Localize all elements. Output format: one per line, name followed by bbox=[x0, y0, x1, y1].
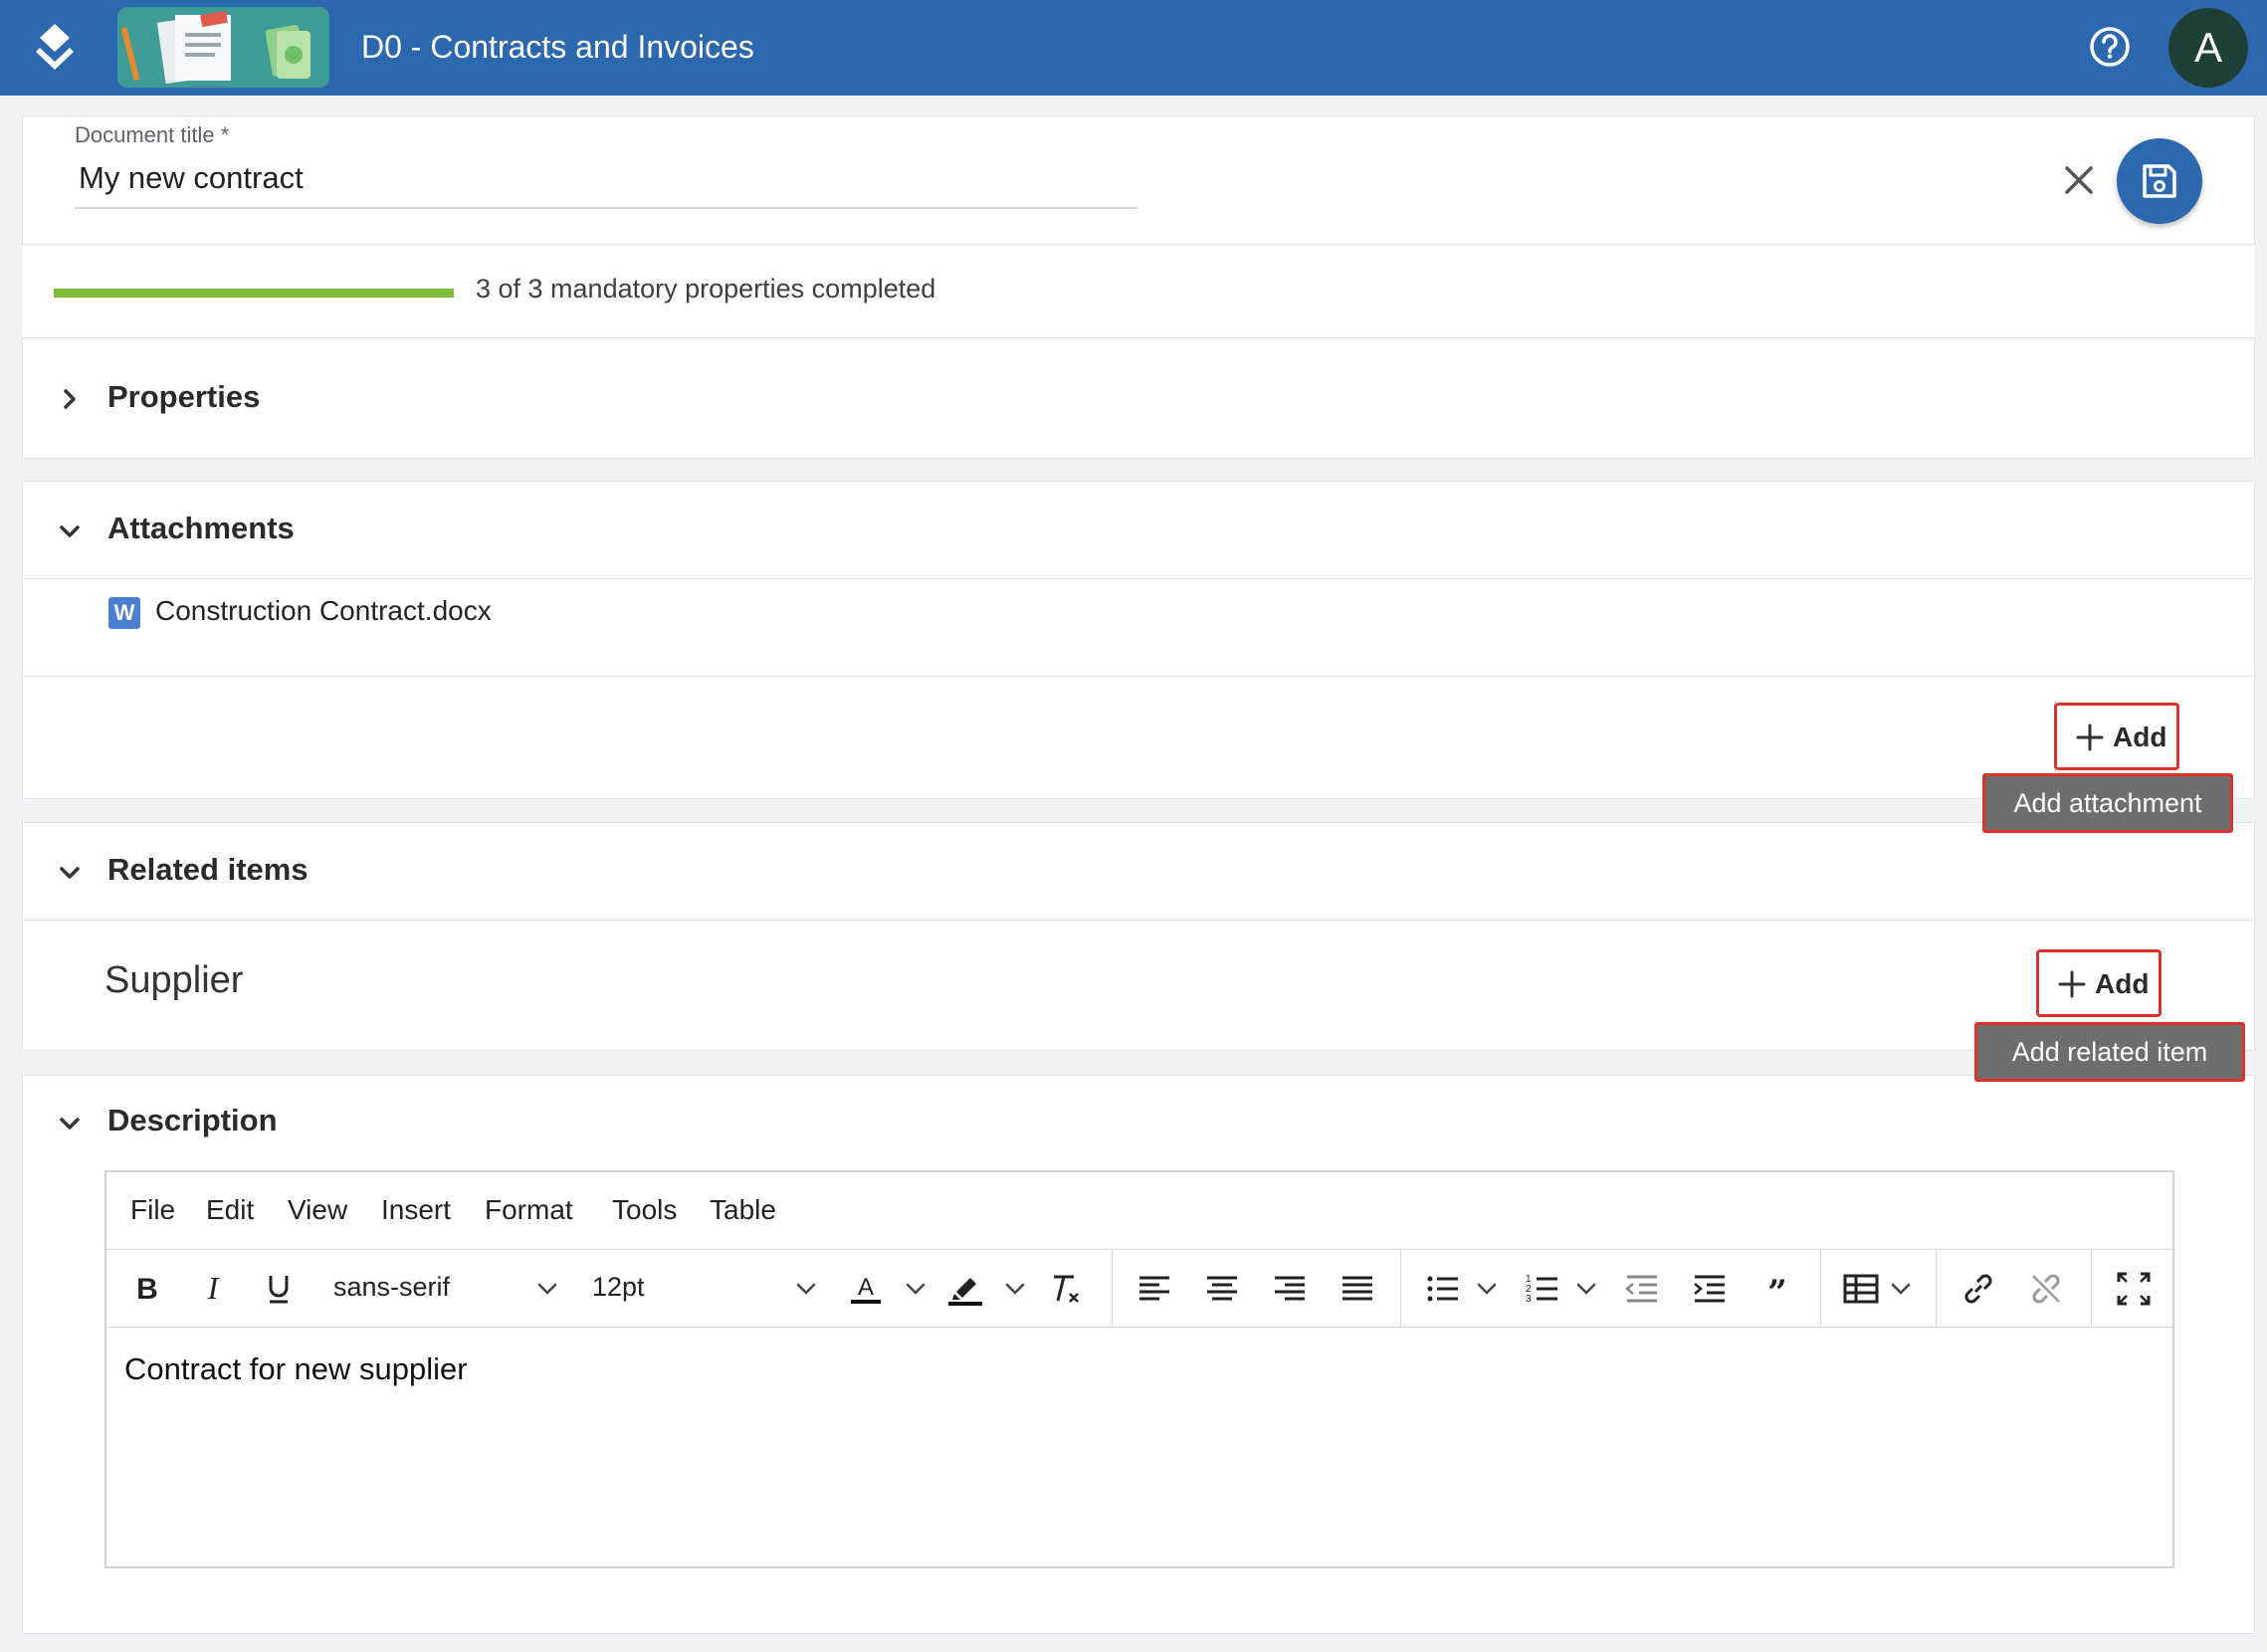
bullet-list-icon[interactable] bbox=[1422, 1268, 1464, 1310]
menu-file[interactable]: File bbox=[130, 1194, 175, 1226]
app-title: D0 - Contracts and Invoices bbox=[361, 29, 754, 65]
toolbar-separator bbox=[2091, 1250, 2092, 1328]
related-items-title: Related items bbox=[107, 852, 309, 887]
indent-icon[interactable] bbox=[1689, 1268, 1731, 1310]
add-attachment-label: Add bbox=[2113, 722, 2167, 752]
svg-text:3: 3 bbox=[1526, 1294, 1532, 1305]
supplier-group-label: Supplier bbox=[104, 959, 244, 1001]
text-color-icon[interactable]: A bbox=[845, 1268, 887, 1310]
underline-icon[interactable] bbox=[258, 1268, 300, 1310]
attachments-panel: Attachments W Construction Contract.docx… bbox=[22, 481, 2255, 799]
italic-icon[interactable]: I bbox=[192, 1268, 234, 1310]
plus-icon bbox=[2076, 723, 2104, 751]
attachments-title: Attachments bbox=[107, 511, 295, 545]
link-icon[interactable] bbox=[1958, 1268, 1999, 1310]
progress-bar-fill bbox=[54, 289, 454, 298]
description-panel: Description File Edit View Insert Format… bbox=[22, 1075, 2255, 1634]
menu-insert[interactable]: Insert bbox=[381, 1194, 451, 1226]
progress-text: 3 of 3 mandatory properties completed bbox=[476, 274, 936, 304]
chevron-down-icon[interactable] bbox=[895, 1268, 936, 1310]
align-justify-icon[interactable] bbox=[1337, 1268, 1378, 1310]
attachment-file-name[interactable]: Construction Contract.docx bbox=[155, 595, 492, 627]
font-size-select[interactable]: 12pt bbox=[592, 1272, 645, 1303]
add-related-item-button[interactable]: Add bbox=[2036, 949, 2162, 1017]
close-icon[interactable] bbox=[2059, 160, 2099, 200]
rich-text-editor: File Edit View Insert Format Tools Table… bbox=[104, 1170, 2174, 1568]
word-document-icon: W bbox=[108, 597, 140, 629]
align-right-icon[interactable] bbox=[1269, 1268, 1311, 1310]
related-items-panel: Related items Supplier Add bbox=[22, 822, 2255, 1051]
add-attachment-button[interactable]: Add bbox=[2054, 703, 2179, 770]
chevron-down-icon[interactable] bbox=[53, 856, 87, 890]
menu-edit[interactable]: Edit bbox=[206, 1194, 254, 1226]
title-input-underline bbox=[75, 207, 1137, 209]
chevron-right-icon[interactable] bbox=[53, 382, 87, 416]
unlink-icon[interactable] bbox=[2025, 1268, 2067, 1310]
numbered-list-icon[interactable]: 1 2 3 bbox=[1522, 1268, 1563, 1310]
properties-title: Properties bbox=[107, 379, 261, 414]
align-center-icon[interactable] bbox=[1201, 1268, 1243, 1310]
save-button[interactable] bbox=[2117, 138, 2202, 224]
toolbar-separator bbox=[1112, 1250, 1113, 1328]
menu-table[interactable]: Table bbox=[710, 1194, 776, 1226]
document-title-label: Document title * bbox=[75, 122, 230, 147]
attachments-divider-bottom bbox=[23, 676, 2254, 677]
outdent-icon[interactable] bbox=[1621, 1268, 1663, 1310]
chevron-down-icon[interactable] bbox=[53, 1107, 87, 1140]
bold-icon[interactable]: B bbox=[126, 1268, 168, 1310]
font-family-select[interactable]: sans-serif bbox=[333, 1272, 450, 1303]
clear-formatting-icon[interactable] bbox=[1044, 1268, 1086, 1310]
mandatory-progress: 3 of 3 mandatory properties completed bbox=[22, 246, 2255, 337]
chevron-down-icon[interactable] bbox=[1880, 1268, 1922, 1310]
app-logo-icon[interactable] bbox=[30, 22, 80, 74]
user-avatar[interactable]: A bbox=[2168, 8, 2248, 88]
menu-tools[interactable]: Tools bbox=[612, 1194, 677, 1226]
chevron-down-icon[interactable] bbox=[785, 1268, 827, 1310]
chevron-down-icon[interactable] bbox=[1466, 1268, 1508, 1310]
top-bar: D0 - Contracts and Invoices A bbox=[0, 0, 2267, 96]
toolbar-separator bbox=[1820, 1250, 1821, 1328]
svg-text:B: B bbox=[136, 1273, 158, 1306]
chevron-down-icon[interactable] bbox=[526, 1268, 568, 1310]
toolbar-separator bbox=[1400, 1250, 1401, 1328]
add-attachment-tooltip: Add attachment bbox=[1982, 773, 2233, 833]
svg-text:A: A bbox=[858, 1274, 874, 1301]
fullscreen-icon[interactable] bbox=[2113, 1268, 2155, 1310]
blockquote-icon[interactable]: ” bbox=[1756, 1268, 1798, 1310]
add-related-item-tooltip: Add related item bbox=[1974, 1022, 2245, 1082]
editor-menubar: File Edit View Insert Format Tools Table bbox=[106, 1172, 2172, 1250]
menu-format[interactable]: Format bbox=[485, 1194, 573, 1226]
chevron-down-icon[interactable] bbox=[994, 1268, 1036, 1310]
save-icon bbox=[2143, 164, 2176, 198]
add-related-item-label: Add bbox=[2095, 968, 2150, 999]
editor-content[interactable]: Contract for new supplier bbox=[124, 1351, 468, 1387]
chevron-down-icon[interactable] bbox=[53, 515, 87, 548]
plus-icon bbox=[2058, 970, 2086, 998]
align-left-icon[interactable] bbox=[1134, 1268, 1175, 1310]
highlight-color-icon[interactable] bbox=[944, 1268, 986, 1310]
document-title-card: Document title * My new contract bbox=[22, 115, 2255, 245]
description-title: Description bbox=[107, 1103, 278, 1137]
progress-bar bbox=[54, 289, 454, 298]
document-title-input[interactable]: My new contract bbox=[79, 160, 304, 196]
svg-text:I: I bbox=[207, 1270, 220, 1306]
editor-toolbar: B I sans-serif 12pt A 1 2 3 ” bbox=[106, 1250, 2172, 1328]
chevron-down-icon[interactable] bbox=[1565, 1268, 1607, 1310]
help-icon[interactable] bbox=[2088, 25, 2132, 69]
related-items-divider bbox=[23, 920, 2254, 921]
app-banner-image bbox=[117, 7, 329, 88]
menu-view[interactable]: View bbox=[288, 1194, 347, 1226]
table-icon[interactable] bbox=[1840, 1268, 1882, 1310]
properties-panel: Properties bbox=[22, 337, 2255, 459]
attachments-divider bbox=[23, 578, 2254, 579]
svg-text:”: ” bbox=[1767, 1273, 1787, 1310]
toolbar-separator bbox=[1936, 1250, 1937, 1328]
